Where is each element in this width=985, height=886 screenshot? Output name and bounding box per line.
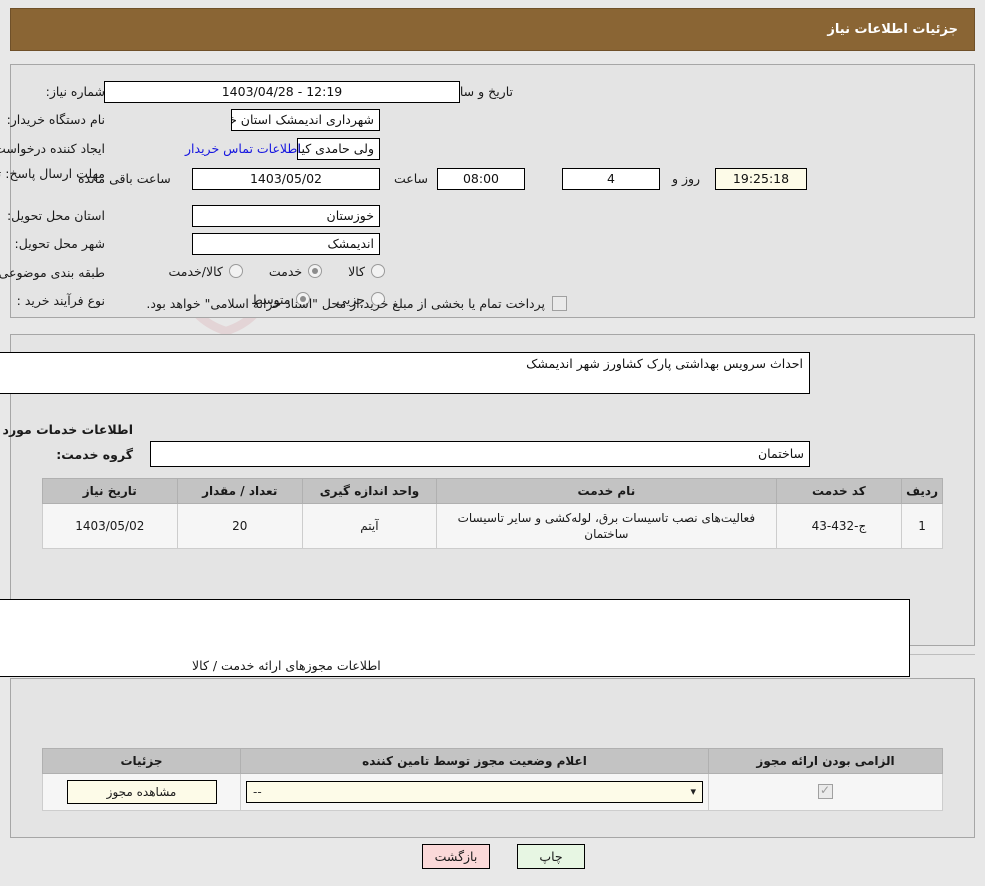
row-index-cell: 1 xyxy=(901,503,943,549)
category-label-1: خدمت xyxy=(268,264,303,279)
buyer-org-value: شهرداری اندیمشک استان خوزستان xyxy=(231,109,380,131)
permit-status-cell: ▾ -- xyxy=(240,773,709,811)
view-permit-button[interactable]: مشاهده مجوز xyxy=(66,780,217,804)
treasury-checkbox[interactable] xyxy=(552,296,567,311)
service-group-value: ساختمان xyxy=(150,441,810,467)
city-label: شهر محل تحویل: xyxy=(14,236,105,251)
permits-table: الزامی بودن ارائه مجوز اعلام وضعیت مجوز ت… xyxy=(42,748,943,811)
back-button[interactable]: بازگشت xyxy=(422,844,490,869)
province-label: استان محل تحویل: xyxy=(6,208,105,223)
public-announce-value: 12:19 - 1403/04/28 xyxy=(104,81,460,103)
quantity-cell: 20 xyxy=(176,503,303,549)
buyer-notes-textarea[interactable]: ◢ xyxy=(0,599,910,677)
city-value: اندیمشک xyxy=(192,233,380,255)
services-table-header-row: ردیف کد خدمت نام خدمت واحد اندازه گیری تعداد… xyxy=(42,478,943,504)
treasury-note: پرداخت تمام یا بخشی از مبلغ خرید،از محل … xyxy=(146,296,545,311)
countdown-value: 19:25:18 xyxy=(715,168,807,190)
process-label: نوع فرآیند خرید : xyxy=(16,293,105,308)
days-and-label: روز و xyxy=(671,171,701,186)
services-table-wrap: ردیف کد خدمت نام خدمت واحد اندازه گیری تعداد… xyxy=(42,478,943,549)
permits-table-body: ▾ -- مشاهده مجوز xyxy=(42,773,943,811)
category-label: طبقه بندی موضوعی: xyxy=(0,265,105,280)
hour-value: 08:00 xyxy=(437,168,525,190)
category-option-0[interactable]: کالا xyxy=(348,264,385,279)
permit-status-value: -- xyxy=(253,785,262,799)
category-radio-1[interactable] xyxy=(308,264,323,278)
print-button-wrap[interactable]: چاپ xyxy=(517,844,585,869)
services-col-header-2: نام خدمت xyxy=(436,478,777,504)
category-radio-group[interactable]: کالا خدمت کالا/خدمت xyxy=(142,264,385,279)
services-col-header-1: کد خدمت xyxy=(775,478,903,504)
permit-required-cell xyxy=(708,773,943,811)
requester-value: ولی حامدی کیا کاربرداز شهرداری اندیمشک خ… xyxy=(297,138,380,160)
back-button-wrap[interactable]: بازگشت xyxy=(422,844,490,869)
permit-detail-cell: مشاهده مجوز xyxy=(42,773,241,811)
need-date-cell: 1403/05/02 xyxy=(42,503,178,549)
permit-required-checkbox xyxy=(818,782,833,799)
table-row: ▾ -- مشاهده مجوز xyxy=(42,773,943,811)
permits-col-header-2: جزئیات xyxy=(42,748,241,774)
services-heading: اطلاعات خدمات مورد نیاز xyxy=(0,422,133,437)
service-code-cell: ج-432-43 xyxy=(775,503,903,549)
deadline-date-value: 1403/05/02 xyxy=(192,168,380,190)
permits-col-header-0: الزامی بودن ارائه مجوز xyxy=(708,748,943,774)
chevron-down-icon: ▾ xyxy=(690,785,696,798)
services-table: ردیف کد خدمت نام خدمت واحد اندازه گیری تعداد… xyxy=(42,478,943,549)
hour-label: ساعت xyxy=(393,171,428,186)
page-header-bar: جزئیات اطلاعات نیاز xyxy=(10,8,975,51)
permits-col-header-1: اعلام وضعیت مجوز توسط تامین کننده xyxy=(240,748,709,774)
measure-unit-cell: آیتم xyxy=(301,503,438,549)
province-value: خوزستان xyxy=(192,205,380,227)
services-col-header-3: واحد اندازه گیری xyxy=(301,478,438,504)
category-radio-2[interactable] xyxy=(228,264,243,278)
tender-detail-page: AriaTender.net جزئیات اطلاعات نیاز شماره… xyxy=(0,0,985,886)
page-title: جزئیات اطلاعات نیاز xyxy=(827,22,958,37)
category-option-2[interactable]: کالا/خدمت xyxy=(168,264,243,279)
remaining-hours-label: ساعت باقی مانده xyxy=(78,171,171,186)
summary-textarea[interactable]: احداث سرویس بهداشتی پارک کشاورز شهر اندی… xyxy=(0,352,810,394)
table-row: 1 ج-432-43 فعالیت‌های نصب تاسیسات برق، لول… xyxy=(42,503,943,549)
treasury-checkbox-wrap[interactable] xyxy=(552,294,567,313)
permit-status-select[interactable]: ▾ -- xyxy=(246,781,703,803)
print-button[interactable]: چاپ xyxy=(517,844,585,869)
days-remaining-value: 4 xyxy=(562,168,660,190)
buyer-org-label: نام دستگاه خریدار: xyxy=(6,112,105,127)
permits-section-label: اطلاعات مجوزهای ارائه خدمت / کالا xyxy=(192,658,381,673)
services-col-header-4: تعداد / مقدار xyxy=(176,478,303,504)
need-number-label: شماره نیاز: xyxy=(45,84,105,99)
service-name-cell: فعالیت‌های نصب تاسیسات برق، لوله‌کشی و س… xyxy=(436,503,777,549)
services-table-body: 1 ج-432-43 فعالیت‌های نصب تاسیسات برق، لول… xyxy=(42,503,943,549)
category-radio-0[interactable] xyxy=(371,264,385,278)
category-label-0: کالا xyxy=(348,264,365,279)
service-group-label: گروه خدمت: xyxy=(56,447,133,462)
buyer-contact-link[interactable]: اطلاعات تماس خریدار xyxy=(185,141,301,156)
requester-label: ایجاد کننده درخواست: xyxy=(0,141,105,156)
summary-value: احداث سرویس بهداشتی پارک کشاورز شهر اندی… xyxy=(526,356,803,371)
category-label-2: کالا/خدمت xyxy=(168,264,223,279)
services-col-header-5: تاریخ نیاز xyxy=(42,478,178,504)
permits-table-wrap: الزامی بودن ارائه مجوز اعلام وضعیت مجوز ت… xyxy=(42,748,943,811)
category-option-1[interactable]: خدمت xyxy=(268,264,323,279)
permits-table-header-row: الزامی بودن ارائه مجوز اعلام وضعیت مجوز ت… xyxy=(42,748,943,774)
services-col-header-0: ردیف xyxy=(901,478,943,504)
